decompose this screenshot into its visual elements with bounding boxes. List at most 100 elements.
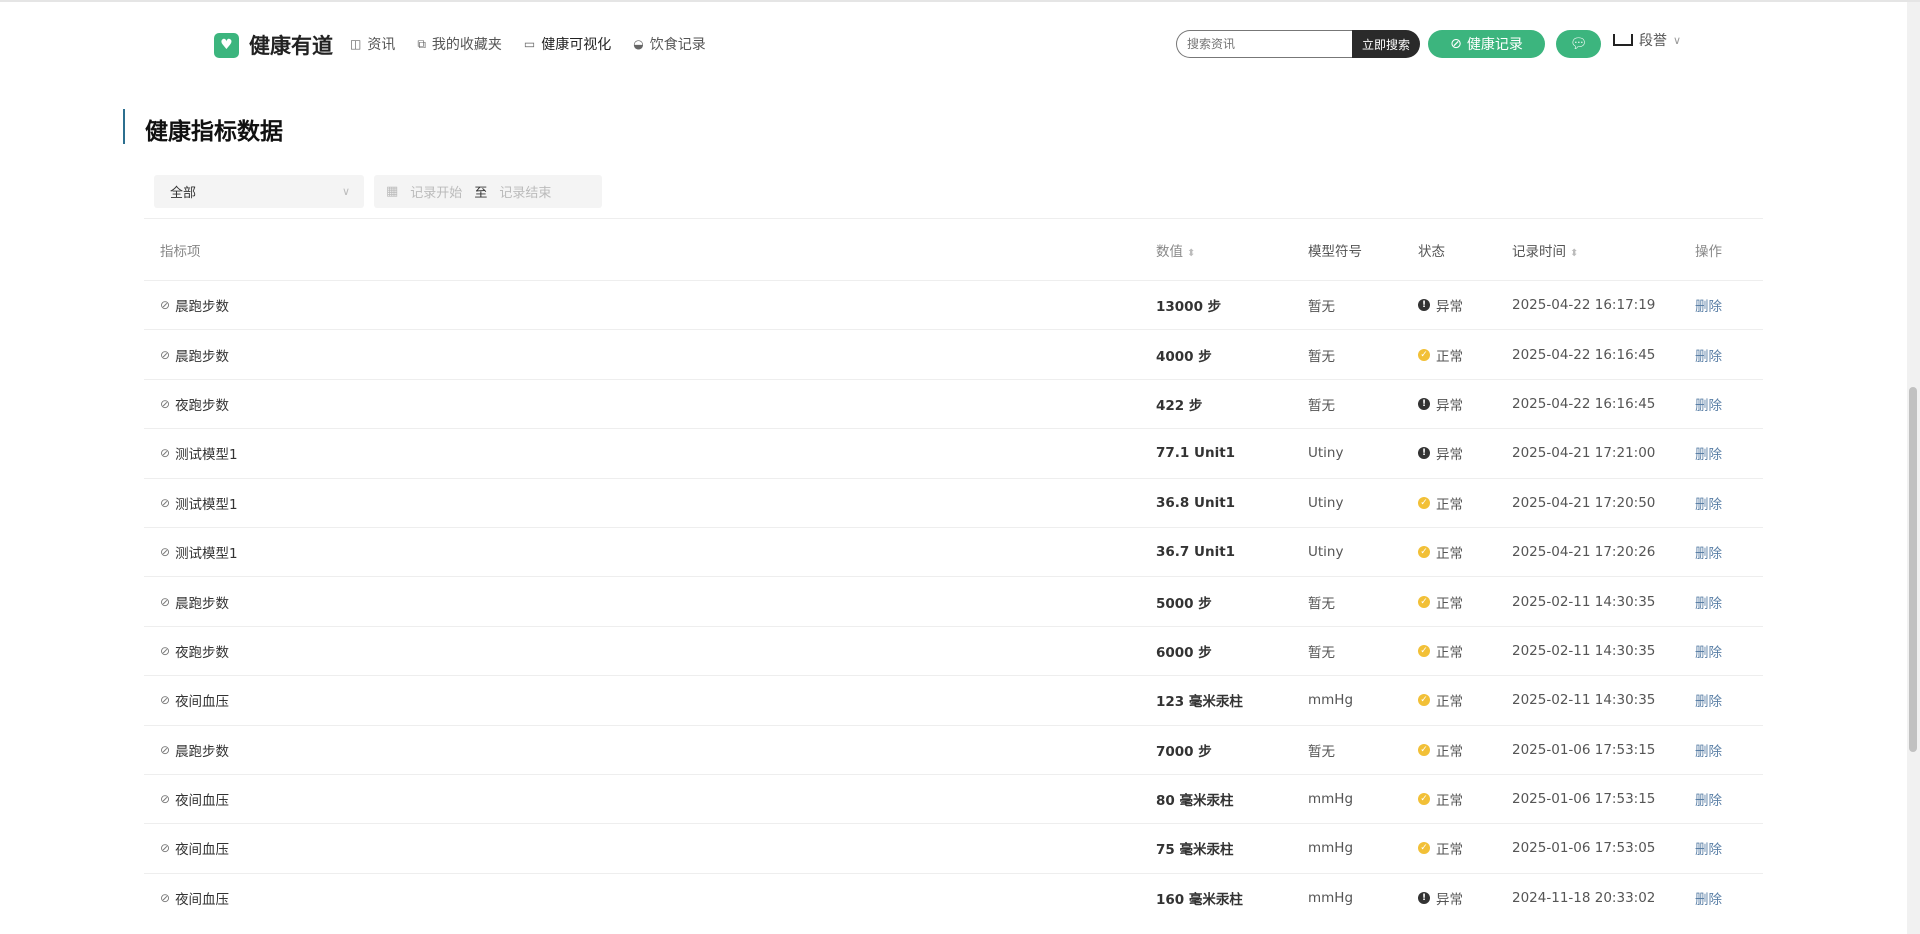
value-cell: 160 毫米汞柱 bbox=[1156, 891, 1243, 908]
value-cell: 5000 步 bbox=[1156, 595, 1212, 612]
paperclip-icon: ⊘ bbox=[160, 841, 171, 856]
paperclip-icon: ⊘ bbox=[160, 396, 171, 411]
logo[interactable]: ♥ 健康有道 bbox=[214, 30, 333, 60]
delete-button[interactable]: 删除 bbox=[1695, 740, 1722, 760]
delete-button[interactable]: 删除 bbox=[1695, 394, 1722, 414]
time-cell: 2025-04-21 17:21:00 bbox=[1512, 445, 1656, 462]
status-text: 正常 bbox=[1436, 496, 1463, 513]
search-button[interactable]: 立即搜索 bbox=[1352, 30, 1420, 58]
indicator-name: 夜间血压 bbox=[175, 694, 230, 711]
status-text: 正常 bbox=[1436, 546, 1463, 563]
indicator-name: 测试模型1 bbox=[175, 447, 238, 464]
header-time[interactable]: 记录时间 ⬍ bbox=[1512, 240, 1695, 260]
header-value[interactable]: 数值 ⬍ bbox=[1156, 240, 1308, 260]
nav-news[interactable]: ◫ 资讯 bbox=[350, 34, 395, 54]
status-text: 异常 bbox=[1436, 299, 1463, 316]
delete-button[interactable]: 删除 bbox=[1695, 888, 1722, 908]
table-row: ⊘ 夜间血压 80 毫米汞柱 mmHg ✓ 正常 2025-01-06 17:53:… bbox=[144, 773, 1763, 823]
check-circle-icon: ✓ bbox=[1418, 595, 1430, 608]
time-cell: 2025-04-22 16:17:19 bbox=[1512, 297, 1656, 314]
status-text: 正常 bbox=[1436, 348, 1463, 365]
status-text: 正常 bbox=[1436, 644, 1463, 661]
indicator-cell: ⊘ 夜跑步数 bbox=[144, 394, 1156, 414]
symbol-cell: Utiny bbox=[1308, 544, 1344, 561]
value-cell: 75 毫米汞柱 bbox=[1156, 842, 1234, 859]
sort-icon[interactable]: ⬍ bbox=[1570, 248, 1578, 259]
status-badge: ✓ 正常 bbox=[1418, 740, 1512, 760]
indicator-name: 夜间血压 bbox=[175, 793, 230, 810]
table-row: ⊘ 晨跑步数 5000 步 暂无 ✓ 正常 2025-02-11 14:30:35 … bbox=[144, 576, 1763, 625]
scrollbar[interactable] bbox=[1907, 2, 1920, 934]
delete-button[interactable]: 删除 bbox=[1695, 542, 1722, 562]
monitor-icon: ▭ bbox=[523, 37, 536, 51]
delete-button[interactable]: 删除 bbox=[1695, 641, 1722, 661]
paperclip-icon: ⊘ bbox=[160, 693, 171, 708]
data-table: 指标项 数值 ⬍ 模型符号 状态 记录时间 ⬍ 操作 ⊘ 晨跑步数 13000 步 暂… bbox=[144, 218, 1763, 922]
status-badge: ! 异常 bbox=[1418, 295, 1512, 315]
time-cell: 2025-01-06 17:53:15 bbox=[1512, 791, 1656, 808]
date-range-picker[interactable]: ▦ 记录开始 至 记录结束 bbox=[374, 175, 602, 208]
delete-button[interactable]: 删除 bbox=[1695, 493, 1722, 513]
heart-icon: ♥ bbox=[214, 32, 239, 58]
paperclip-icon: ⊘ bbox=[160, 742, 171, 757]
health-record-button[interactable]: ⊘ 健康记录 bbox=[1428, 30, 1545, 58]
delete-button[interactable]: 删除 bbox=[1695, 345, 1722, 365]
status-text: 正常 bbox=[1436, 842, 1463, 859]
indicator-name: 晨跑步数 bbox=[175, 299, 230, 316]
time-cell: 2025-01-06 17:53:15 bbox=[1512, 741, 1656, 758]
delete-button[interactable]: 删除 bbox=[1695, 789, 1722, 809]
table-row: ⊘ 测试模型1 36.7 Unit1 Utiny ✓ 正常 2025-04-21 1… bbox=[144, 526, 1763, 576]
time-cell: 2025-04-22 16:16:45 bbox=[1512, 395, 1656, 412]
table-row: ⊘ 晨跑步数 7000 步 暂无 ✓ 正常 2025-01-06 17:53:15 … bbox=[144, 724, 1763, 774]
status-text: 正常 bbox=[1436, 595, 1463, 612]
delete-button[interactable]: 删除 bbox=[1695, 295, 1722, 315]
check-circle-icon: ✓ bbox=[1418, 348, 1430, 361]
search-input[interactable] bbox=[1176, 30, 1352, 58]
paperclip-icon: ⊘ bbox=[160, 446, 171, 461]
check-circle-icon: ✓ bbox=[1418, 546, 1430, 559]
symbol-cell: mmHg bbox=[1308, 840, 1354, 857]
delete-button[interactable]: 删除 bbox=[1695, 592, 1722, 612]
status-text: 正常 bbox=[1436, 743, 1463, 760]
status-text: 正常 bbox=[1436, 793, 1463, 810]
paperclip-icon: ⊘ bbox=[160, 347, 171, 362]
delete-button[interactable]: 删除 bbox=[1695, 443, 1722, 463]
status-badge: ✓ 正常 bbox=[1418, 641, 1512, 661]
paperclip-icon: ⊘ bbox=[160, 890, 171, 905]
paperclip-icon: ⊘ bbox=[160, 545, 171, 560]
exclamation-circle-icon: ! bbox=[1418, 397, 1430, 410]
status-badge: ✓ 正常 bbox=[1418, 838, 1512, 858]
nav-diet[interactable]: ◒ 饮食记录 bbox=[633, 34, 705, 54]
time-cell: 2025-02-11 14:30:35 bbox=[1512, 593, 1656, 610]
table-row: ⊘ 测试模型1 77.1 Unit1 Utiny ! 异常 2025-04-21 1… bbox=[144, 428, 1763, 477]
indicator-name: 晨跑步数 bbox=[175, 743, 230, 760]
table-row: ⊘ 晨跑步数 4000 步 暂无 ✓ 正常 2025-04-22 16:16:45 … bbox=[144, 329, 1763, 378]
nav-favorites[interactable]: ⧉ 我的收藏夹 bbox=[417, 34, 502, 54]
chevron-down-icon: ∨ bbox=[341, 185, 350, 198]
date-end[interactable]: 记录结束 bbox=[499, 182, 551, 201]
status-badge: ✓ 正常 bbox=[1418, 789, 1512, 809]
symbol-cell: 暂无 bbox=[1308, 644, 1335, 661]
indicator-name: 夜跑步数 bbox=[175, 644, 230, 661]
select-value: 全部 bbox=[170, 186, 197, 201]
check-circle-icon: ✓ bbox=[1418, 842, 1430, 855]
exclamation-circle-icon: ! bbox=[1418, 891, 1430, 904]
indicator-cell: ⊘ 夜间血压 bbox=[144, 789, 1156, 809]
nav-visualization[interactable]: ▭ 健康可视化 bbox=[524, 34, 611, 54]
indicator-cell: ⊘ 晨跑步数 bbox=[144, 345, 1156, 365]
sort-icon[interactable]: ⬍ bbox=[1187, 248, 1195, 259]
status-badge: ! 异常 bbox=[1418, 394, 1512, 414]
delete-button[interactable]: 删除 bbox=[1695, 838, 1722, 858]
delete-button[interactable]: 删除 bbox=[1695, 690, 1722, 710]
indicator-cell: ⊘ 测试模型1 bbox=[144, 542, 1156, 562]
chat-button[interactable]: 💬︎ bbox=[1556, 30, 1601, 58]
table-row: ⊘ 夜间血压 123 毫米汞柱 mmHg ✓ 正常 2025-02-11 14:30… bbox=[144, 675, 1763, 724]
status-text: 正常 bbox=[1436, 694, 1463, 711]
indicator-select[interactable]: 全部 ∨ bbox=[154, 175, 364, 208]
value-cell: 36.7 Unit1 bbox=[1156, 544, 1236, 561]
scrollbar-thumb[interactable] bbox=[1909, 387, 1917, 752]
user-menu[interactable]: 段誉 ∨ bbox=[1613, 30, 1681, 50]
table-row: ⊘ 夜间血压 160 毫米汞柱 mmHg ! 异常 2024-11-18 20:33… bbox=[144, 872, 1763, 922]
status-badge: ! 异常 bbox=[1418, 443, 1512, 463]
date-start[interactable]: 记录开始 bbox=[410, 182, 462, 201]
